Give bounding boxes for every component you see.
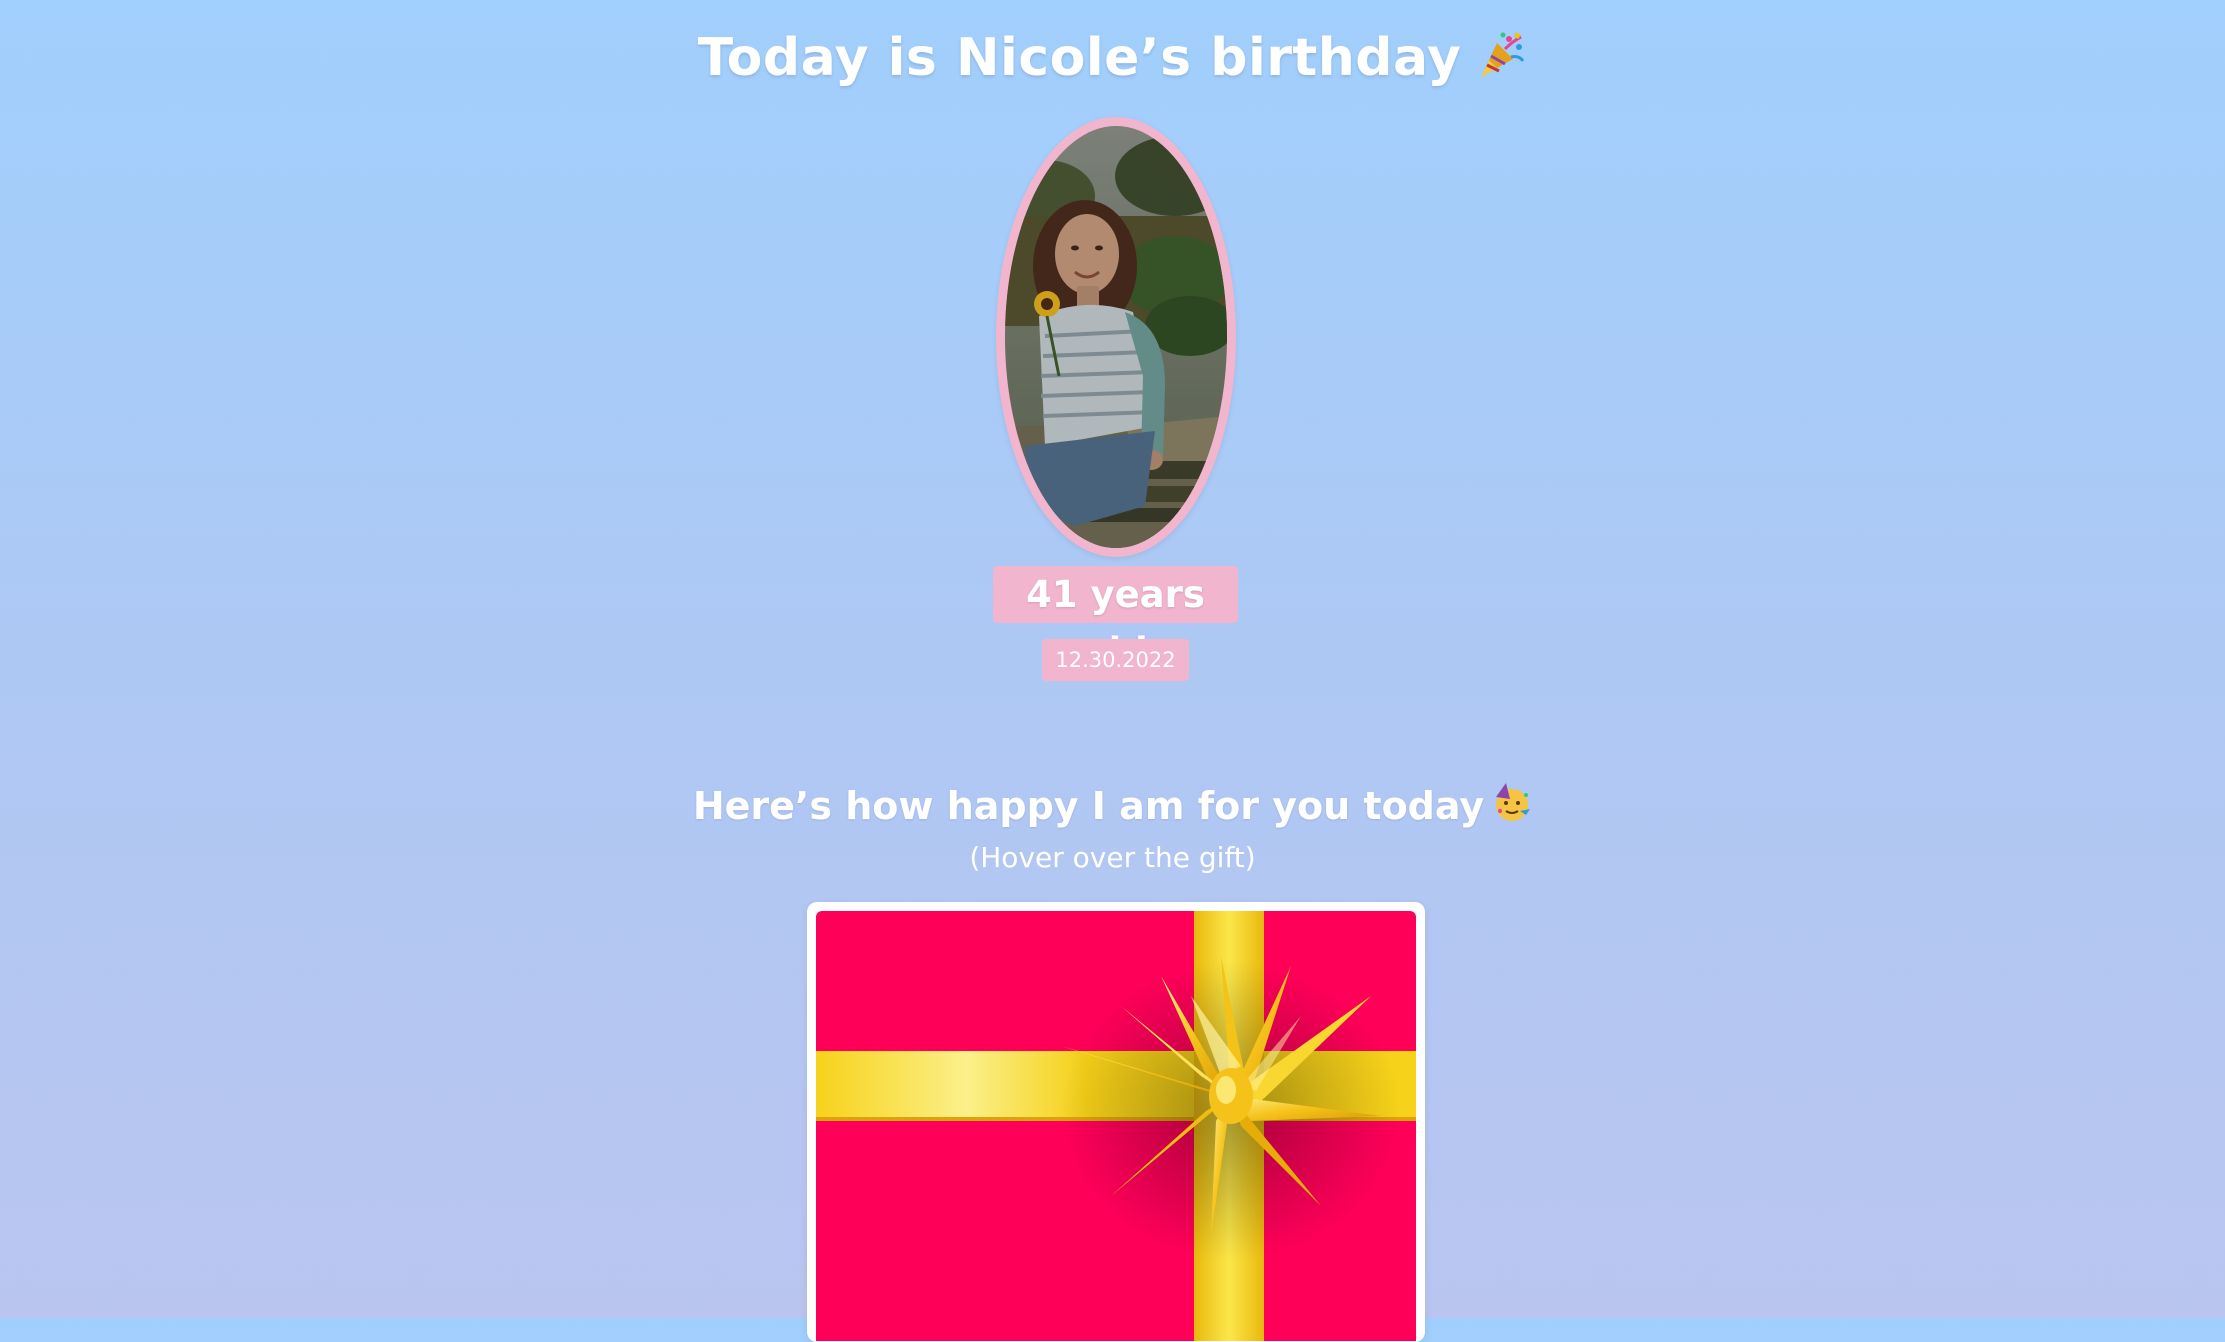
title-text: Today is Nicole’s birthday <box>697 28 1462 88</box>
age-badge: 41 years old <box>993 566 1238 673</box>
page-title: Today is Nicole’s birthday <box>0 24 2225 98</box>
birthday-page: Today is Nicole’s birthday 41 years 12.3… <box>0 0 2225 1342</box>
portrait-photo <box>1005 126 1227 548</box>
gift-box[interactable] <box>816 911 1416 1341</box>
date-badge: 12.30.2022 <box>1042 639 1189 681</box>
gift-heading-text: Here’s how happy I am for you today <box>692 784 1485 828</box>
gift-heading: Here’s how happy I am for you today <box>0 780 2225 836</box>
party-popper-icon <box>1475 29 1527 98</box>
partying-face-icon <box>1492 783 1532 836</box>
gift-card <box>807 902 1425 1342</box>
hover-hint: (Hover over the gift) <box>969 841 1256 874</box>
portrait-frame <box>996 117 1236 557</box>
